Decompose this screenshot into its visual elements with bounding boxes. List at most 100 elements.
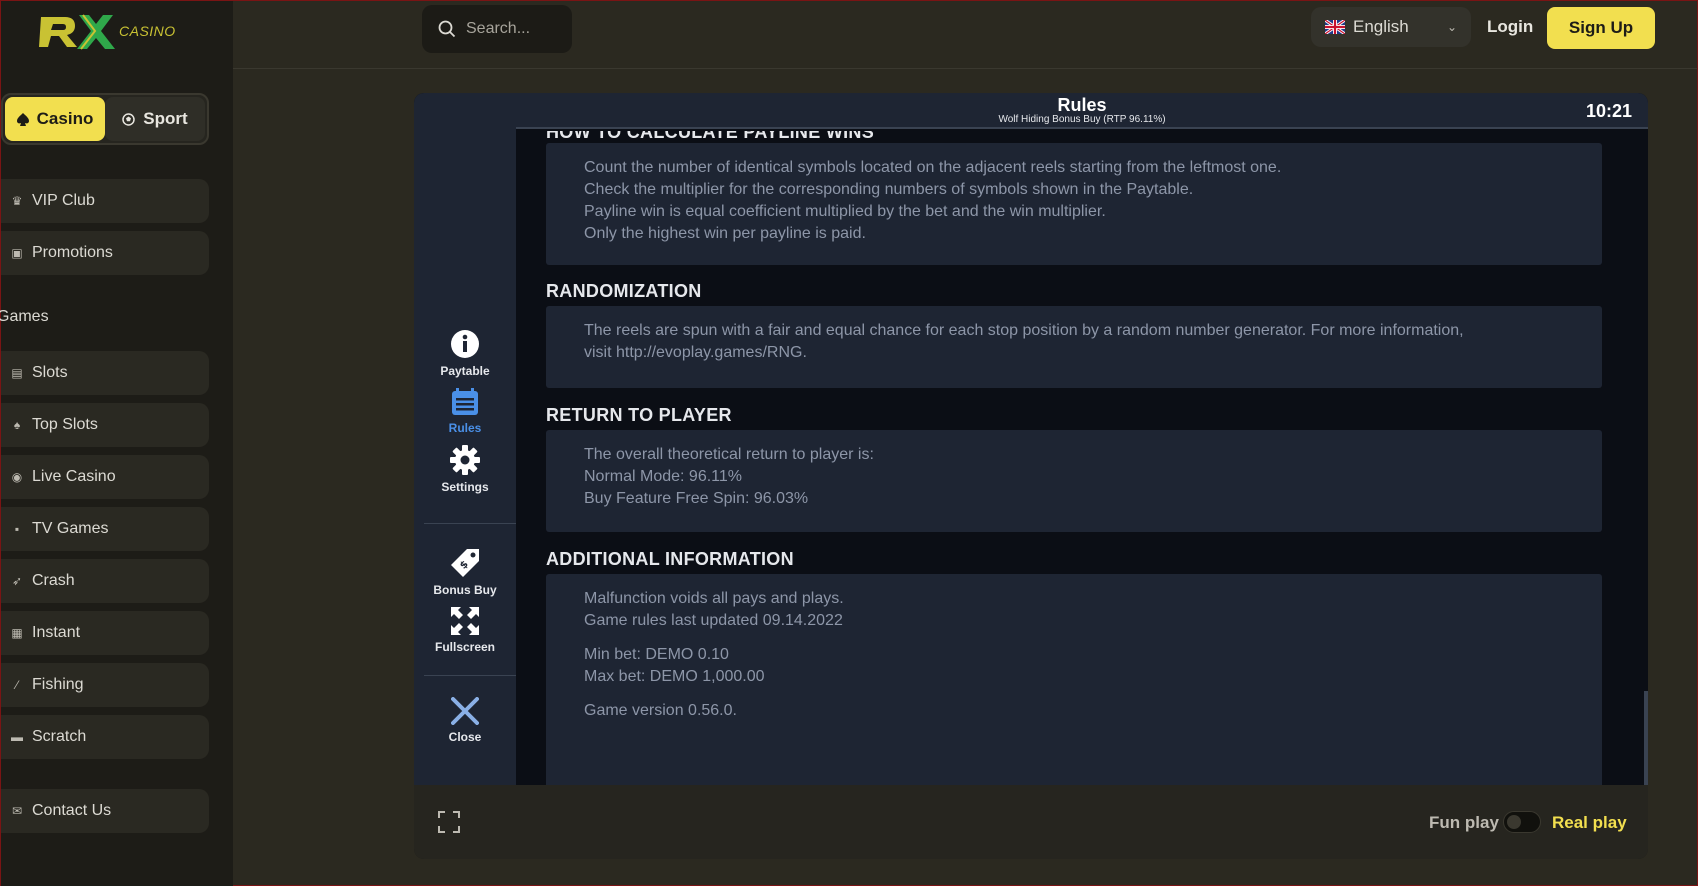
search-box[interactable]: Search... <box>422 5 572 53</box>
game-frame: Paytable Rules Settings $ Bonus Buy Full… <box>414 93 1648 859</box>
section-title-payline: HOW TO CALCULATE PAYLINE WINS <box>546 131 875 142</box>
sidebar-item-label: VIP Club <box>32 192 95 209</box>
rule-line: Count the number of identical symbols lo… <box>584 159 1282 176</box>
section-title-additional-information: ADDITIONAL INFORMATION <box>546 549 794 569</box>
sidebar-item-label: Crash <box>32 572 75 589</box>
paytable-label: Paytable <box>440 364 490 378</box>
sport-mode-label: Sport <box>143 109 188 128</box>
casino-sport-switch: Casino Sport <box>1 93 209 145</box>
games-section-label: Games <box>0 308 49 325</box>
rule-line: Buy Feature Free Spin: 96.03% <box>584 490 809 507</box>
rules-button[interactable]: Rules <box>414 388 516 435</box>
fun-play-label: Fun play <box>1429 813 1499 832</box>
clock: 10:21 <box>1585 101 1632 121</box>
rules-header: Rules Wolf Hiding Bonus Buy (RTP 96.11%)… <box>516 93 1648 129</box>
sidebar-item-contact-us[interactable]: ✉ Contact Us <box>1 789 209 833</box>
fullscreen-button[interactable]: Fullscreen <box>414 607 516 654</box>
game-side-menu: Paytable Rules Settings $ Bonus Buy Full… <box>414 93 516 785</box>
search-icon <box>438 20 456 38</box>
settings-label: Settings <box>441 480 489 494</box>
soccer-ball-icon <box>122 112 136 126</box>
rules-label: Rules <box>448 421 482 435</box>
sidebar-item-label: Top Slots <box>32 416 98 433</box>
top-slots-icon: ♠ <box>13 418 21 432</box>
sidebar-item-tv-games[interactable]: ▪ TV Games <box>1 507 209 551</box>
rules-title: Rules <box>1057 95 1107 115</box>
casino-mode-label: Casino <box>36 109 94 128</box>
sidebar-item-label: Instant <box>32 624 81 641</box>
brand-logo[interactable]: CASINO <box>39 9 176 53</box>
sidebar-item-label: Scratch <box>32 728 87 745</box>
sidebar-item-slots[interactable]: ▤ Slots <box>1 351 209 395</box>
play-mode-toggle[interactable] <box>1503 811 1541 833</box>
expand-arrows-icon <box>451 607 479 635</box>
section-title-return-to-player: RETURN TO PLAYER <box>546 405 732 425</box>
sidebar-item-live-casino[interactable]: ◉ Live Casino <box>1 455 209 499</box>
rule-line: Malfunction voids all pays and plays. <box>584 590 844 607</box>
top-bar: Search... English ⌄ Login Sign Up <box>233 1 1697 69</box>
ticket-icon: ▬ <box>11 730 23 744</box>
bonus-buy-label: Bonus Buy <box>433 583 497 597</box>
rule-line: Game version 0.56.0. <box>584 702 737 719</box>
section-box-return-to-player: The overall theoretical return to player… <box>546 430 1602 532</box>
sidebar-item-top-slots[interactable]: ♠ Top Slots <box>1 403 209 447</box>
sidebar-item-crash[interactable]: ➶ Crash <box>1 559 209 603</box>
rules-content[interactable]: HOW TO CALCULATE PAYLINE WINS Count the … <box>516 131 1648 785</box>
grid-icon: ▦ <box>11 626 23 640</box>
real-play-label: Real play <box>1552 813 1627 832</box>
rule-line: Only the highest win per payline is paid… <box>584 225 866 242</box>
fishing-rod-icon: ⁄ <box>15 678 18 692</box>
paytable-button[interactable]: Paytable <box>414 329 516 378</box>
game-canvas: Paytable Rules Settings $ Bonus Buy Full… <box>414 93 1648 785</box>
sport-mode-button[interactable]: Sport <box>105 97 205 141</box>
sidebar-item-fishing[interactable]: ⁄ Fishing <box>1 663 209 707</box>
rule-line: Max bet: DEMO 1,000.00 <box>584 668 765 685</box>
side-menu-divider <box>424 675 516 676</box>
slot-machine-icon: ▤ <box>11 366 23 380</box>
gear-icon <box>450 445 480 475</box>
game-name-subtitle: Wolf Hiding Bonus Buy (RTP 96.11%) <box>998 114 1166 125</box>
chat-icon: ✉ <box>11 804 23 818</box>
rule-line: The overall theoretical return to player… <box>584 446 874 463</box>
rules-scrollbar[interactable] <box>1644 691 1648 785</box>
sign-up-button[interactable]: Sign Up <box>1547 7 1655 49</box>
search-input-placeholder: Search... <box>466 20 531 37</box>
casino-mode-button[interactable]: Casino <box>5 97 105 141</box>
sidebar-item-instant[interactable]: ▦ Instant <box>1 611 209 655</box>
price-tag-icon: $ <box>451 549 479 577</box>
login-button[interactable]: Login <box>1487 17 1533 37</box>
sidebar-item-scratch[interactable]: ▬ Scratch <box>1 715 209 759</box>
rule-line: Check the multiplier for the correspondi… <box>584 181 1194 198</box>
sidebar-item-vip-club[interactable]: ♛ VIP Club <box>1 179 209 223</box>
sidebar-item-label: TV Games <box>32 520 109 537</box>
rules-list-icon <box>452 388 478 415</box>
rule-line: Min bet: DEMO 0.10 <box>584 646 729 663</box>
fullscreen-corners-icon[interactable] <box>438 811 460 833</box>
game-footer-bar: Fun play Real play <box>414 785 1648 859</box>
uk-flag-icon <box>1325 20 1345 34</box>
section-box-payline: Count the number of identical symbols lo… <box>546 143 1602 265</box>
close-icon <box>451 697 479 725</box>
rocket-icon: ➶ <box>11 574 23 588</box>
sidebar-item-label: Promotions <box>32 244 113 261</box>
info-icon <box>451 330 479 358</box>
spade-icon <box>16 112 29 126</box>
sidebar-item-promotions[interactable]: ▣ Promotions <box>1 231 209 275</box>
rx-logo-icon <box>39 14 115 50</box>
side-menu-divider <box>424 523 516 524</box>
crown-icon: ♛ <box>11 194 23 208</box>
gift-icon: ▣ <box>11 246 23 260</box>
section-box-additional-information: Malfunction voids all pays and plays. Ga… <box>546 574 1602 785</box>
settings-button[interactable]: Settings <box>414 445 516 494</box>
rule-line: Payline win is equal coefficient multipl… <box>584 203 1106 220</box>
sidebar: CASINO Casino Sport ♛ VIP Club ▣ Promoti… <box>0 1 233 886</box>
rule-line: Normal Mode: 96.11% <box>584 468 742 485</box>
rule-line: visit http://evoplay.games/RNG. <box>584 344 807 361</box>
sidebar-item-label: Slots <box>32 364 68 381</box>
section-title-randomization: RANDOMIZATION <box>546 281 702 301</box>
rule-line: The reels are spun with a fair and equal… <box>584 322 1464 339</box>
close-button[interactable]: Close <box>414 697 516 744</box>
bonus-buy-button[interactable]: $ Bonus Buy <box>414 548 516 597</box>
language-select[interactable]: English ⌄ <box>1311 7 1471 47</box>
